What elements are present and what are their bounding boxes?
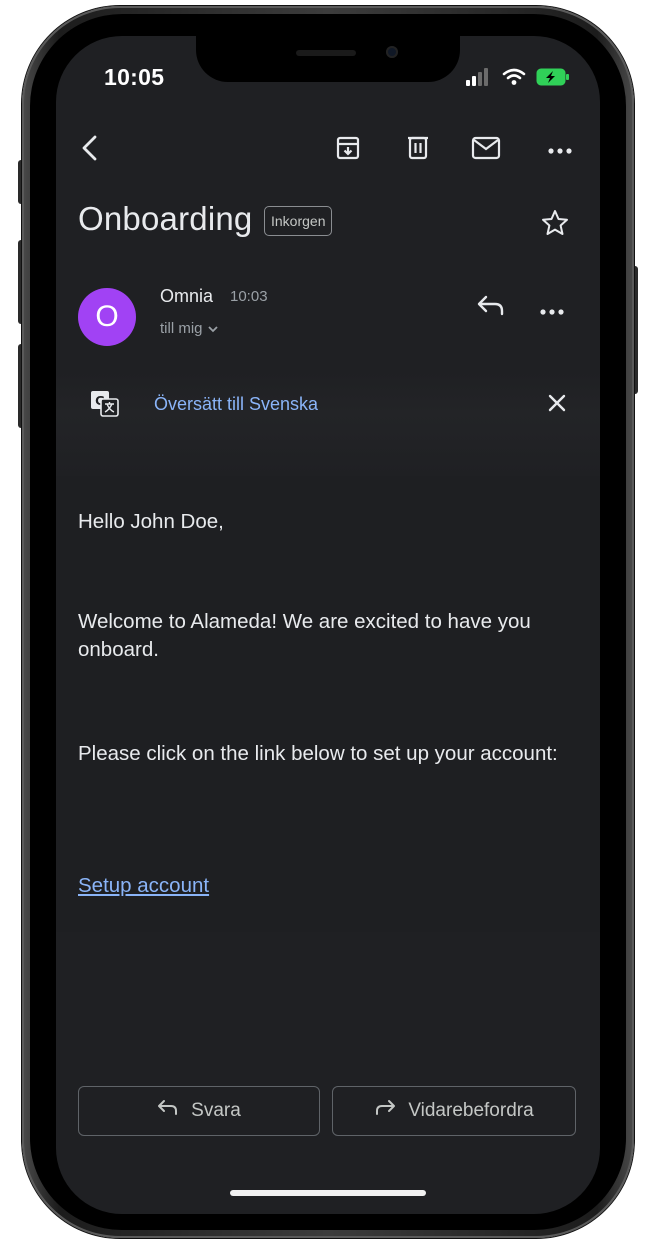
delete-button[interactable] bbox=[398, 130, 438, 170]
inbox-label-chip[interactable]: Inkorgen bbox=[264, 206, 333, 236]
reply-button[interactable]: Svara bbox=[78, 1086, 320, 1136]
mark-unread-button[interactable] bbox=[466, 130, 506, 170]
back-button[interactable] bbox=[70, 130, 110, 170]
trash-icon bbox=[405, 135, 431, 166]
close-icon bbox=[544, 394, 570, 420]
battery-charging-icon bbox=[536, 68, 570, 91]
status-icons bbox=[466, 68, 570, 91]
body-instruction: Please click on the link below to set up… bbox=[78, 742, 558, 765]
reply-icon-button[interactable] bbox=[476, 294, 516, 334]
forward-button[interactable]: Vidarebefordra bbox=[332, 1086, 576, 1136]
sender-name: Omnia bbox=[160, 286, 214, 306]
earpiece-speaker bbox=[296, 50, 356, 56]
home-indicator[interactable] bbox=[230, 1190, 426, 1196]
chevron-left-icon bbox=[79, 134, 101, 167]
sent-time: 10:03 bbox=[230, 288, 268, 305]
forward-label: Vidarebefordra bbox=[408, 1100, 534, 1121]
notch bbox=[196, 36, 460, 82]
dismiss-translate-button[interactable] bbox=[544, 390, 572, 418]
translate-link[interactable]: Översätt till Svenska bbox=[154, 394, 318, 415]
recipient-details-toggle[interactable]: till mig bbox=[160, 320, 219, 337]
reply-icon bbox=[157, 1099, 179, 1123]
mail-icon bbox=[471, 136, 501, 165]
cellular-signal-icon bbox=[466, 68, 492, 91]
phone-screen: 10:05 Onboarding Inkorgen O Omnia 10:03 … bbox=[56, 36, 600, 1214]
chevron-down-icon bbox=[207, 320, 219, 337]
email-subject: Onboarding bbox=[78, 200, 253, 237]
star-outline-icon bbox=[540, 210, 570, 242]
forward-icon bbox=[374, 1099, 396, 1123]
more-horizontal-icon bbox=[540, 302, 564, 319]
email-toolbar bbox=[56, 130, 600, 174]
translate-banner bbox=[56, 372, 600, 476]
archive-button[interactable] bbox=[328, 130, 368, 170]
setup-account-link[interactable]: Setup account bbox=[78, 874, 209, 898]
translate-icon: G bbox=[90, 390, 119, 418]
sender-avatar[interactable]: O bbox=[78, 288, 136, 346]
body-greeting: Hello John Doe, bbox=[78, 510, 224, 533]
front-camera bbox=[386, 46, 398, 58]
reply-label: Svara bbox=[191, 1100, 241, 1121]
email-body bbox=[56, 476, 600, 932]
more-options-button[interactable] bbox=[540, 130, 580, 170]
body-welcome: Welcome to Alameda! We are excited to ha… bbox=[78, 610, 531, 661]
screenshot-canvas: 10:05 Onboarding Inkorgen O Omnia 10:03 … bbox=[0, 0, 646, 1241]
wifi-icon bbox=[502, 68, 526, 91]
message-more-button[interactable] bbox=[540, 302, 576, 322]
status-time: 10:05 bbox=[104, 64, 165, 90]
reply-icon bbox=[476, 295, 506, 322]
star-button[interactable] bbox=[540, 208, 576, 244]
recipient-label: till mig bbox=[160, 320, 203, 337]
archive-icon bbox=[335, 135, 361, 166]
more-horizontal-icon bbox=[548, 141, 572, 159]
